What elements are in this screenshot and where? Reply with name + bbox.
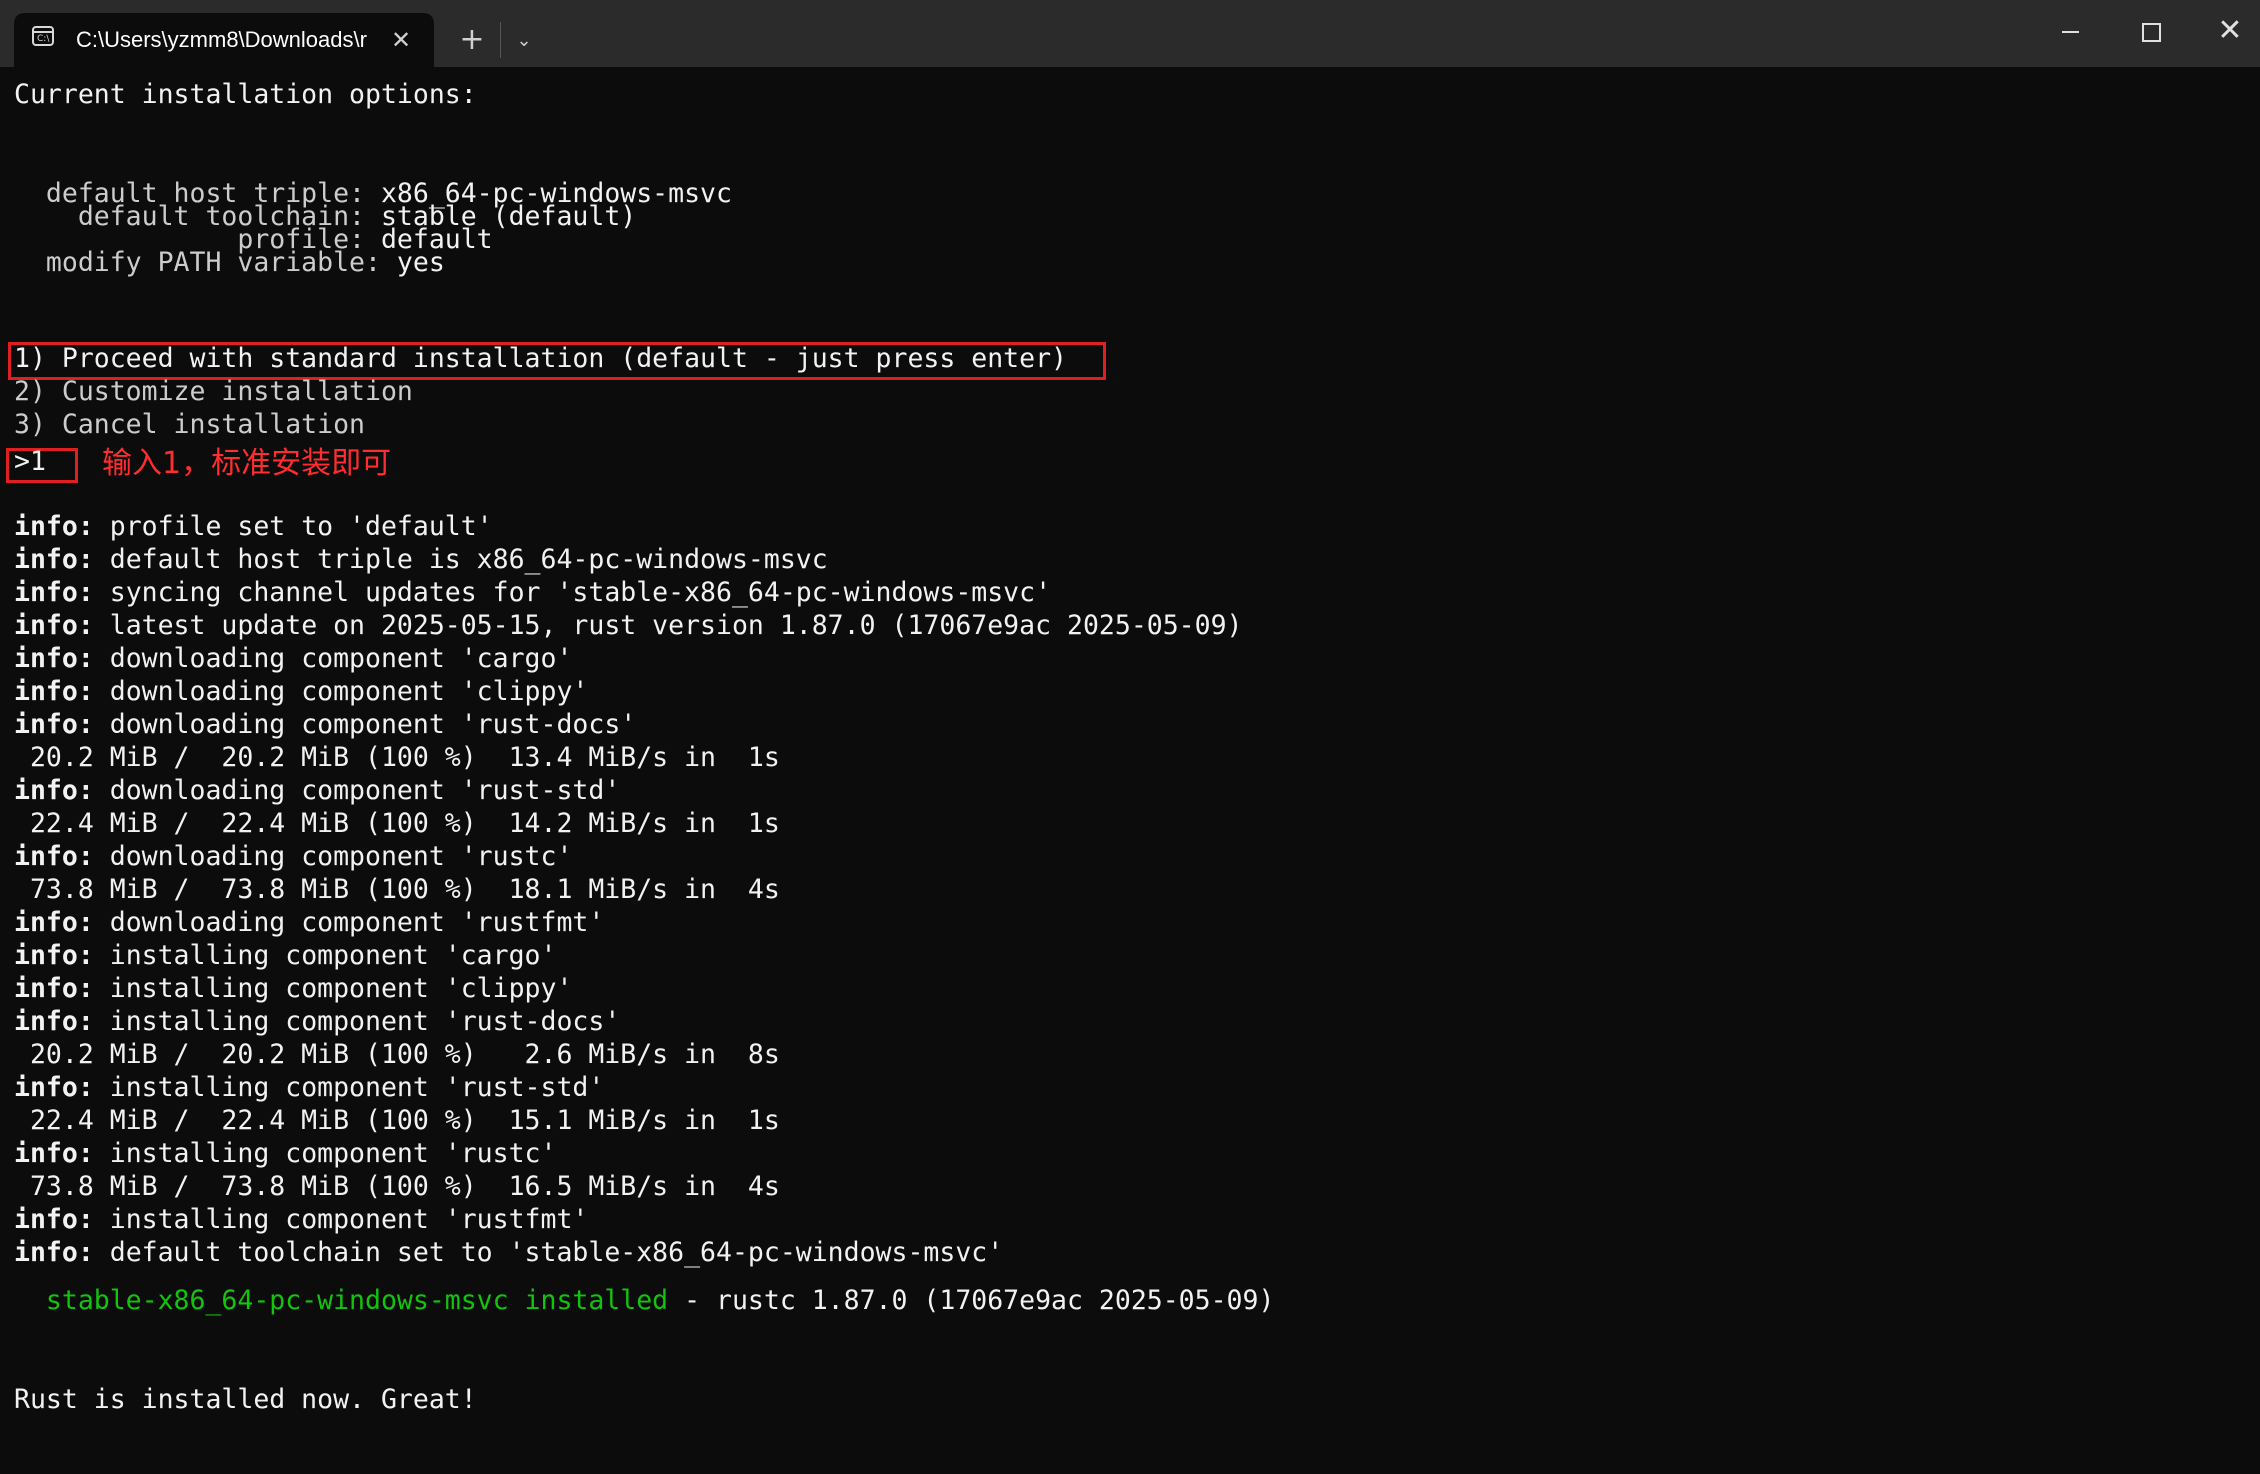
log-text: downloading component 'rustfmt' [93,907,605,938]
console-output[interactable]: Current installation options: default ho… [6,78,2244,1468]
log-line: info: downloading component 'cargo' [14,642,572,675]
title-bar: C:\ C:\Users\yzmm8\Downloads\r ✕ + ⌄ ✕ [0,0,2260,67]
log-line: info: syncing channel updates for 'stabl… [14,576,1051,609]
log-text: default host triple is x86_64-pc-windows… [93,544,828,575]
log-prefix: info: [14,841,94,872]
log-text: installing component 'rustfmt' [93,1204,589,1235]
log-line: info: installing component 'rustc' [14,1137,556,1170]
maximize-button[interactable] [2110,0,2190,62]
option-line: modify PATH variable: yes [14,247,445,278]
log-text: installing component 'rustc' [93,1138,557,1169]
log-text: downloading component 'rustc' [93,841,573,872]
log-text: installing component 'cargo' [93,940,557,971]
log-line: 20.2 MiB / 20.2 MiB (100 %) 2.6 MiB/s in… [14,1038,780,1071]
log-text: installing component 'rust-docs' [93,1006,621,1037]
log-prefix: info: [14,973,94,1004]
minimize-button[interactable] [2030,0,2110,62]
log-text: downloading component 'cargo' [93,643,573,674]
log-line: info: default toolchain set to 'stable-x… [14,1236,1003,1269]
log-prefix: info: [14,676,94,707]
log-prefix: info: [14,643,94,674]
log-prefix: info: [14,907,94,938]
tab-title: C:\Users\yzmm8\Downloads\r [76,27,367,52]
log-line: 20.2 MiB / 20.2 MiB (100 %) 13.4 MiB/s i… [14,741,780,774]
final-message: Rust is installed now. Great! [14,1384,477,1415]
log-text: 20.2 MiB / 20.2 MiB (100 %) 2.6 MiB/s in… [14,1039,780,1070]
log-text: installing component 'rust-std' [93,1072,605,1103]
log-text: 73.8 MiB / 73.8 MiB (100 %) 18.1 MiB/s i… [14,874,780,905]
new-tab-icon[interactable]: + [452,22,492,58]
log-line: info: downloading component 'rust-docs' [14,708,636,741]
terminal-icon: C:\ [32,26,54,46]
log-prefix: info: [14,544,94,575]
log-prefix: info: [14,1072,94,1103]
log-text: downloading component 'rust-docs' [93,709,637,740]
close-tab-icon[interactable]: ✕ [384,23,418,57]
log-line: info: installing component 'rust-std' [14,1071,604,1104]
log-line: info: latest update on 2025-05-15, rust … [14,609,1243,642]
log-prefix: info: [14,511,94,542]
log-line: info: installing component 'rust-docs' [14,1005,620,1038]
log-line: info: downloading component 'rustc' [14,840,572,873]
log-text: latest update on 2025-05-15, rust versio… [93,610,1243,641]
log-prefix: info: [14,709,94,740]
log-text: downloading component 'rust-std' [93,775,621,806]
log-line: info: installing component 'clippy' [14,972,572,1005]
user-input: >1 [14,446,46,477]
log-text: syncing channel updates for 'stable-x86_… [93,577,1052,608]
close-window-button[interactable]: ✕ [2190,0,2260,62]
log-prefix: info: [14,1006,94,1037]
log-text: default toolchain set to 'stable-x86_64-… [93,1237,1004,1268]
log-prefix: info: [14,940,94,971]
tab-divider [500,22,501,58]
menu-item-1: 1) Proceed with standard installation (d… [14,343,1067,374]
log-prefix: info: [14,1138,94,1169]
annotation-text: 输入1，标准安装即可 [102,446,392,481]
log-prefix: info: [14,610,94,641]
log-text: profile set to 'default' [93,511,493,542]
log-text: 22.4 MiB / 22.4 MiB (100 %) 14.2 MiB/s i… [14,808,780,839]
installed-line: stable-x86_64-pc-windows-msvc installed … [14,1285,1275,1316]
log-line: info: installing component 'rustfmt' [14,1203,588,1236]
log-line: info: installing component 'cargo' [14,939,556,972]
chevron-down-icon[interactable]: ⌄ [506,22,542,58]
log-prefix: info: [14,1204,94,1235]
log-text: 73.8 MiB / 73.8 MiB (100 %) 16.5 MiB/s i… [14,1171,780,1202]
log-line: info: downloading component 'rust-std' [14,774,620,807]
log-line: 22.4 MiB / 22.4 MiB (100 %) 14.2 MiB/s i… [14,807,780,840]
menu-item-2: 2) Customize installation [14,376,413,407]
terminal-tab[interactable]: C:\ C:\Users\yzmm8\Downloads\r ✕ [14,13,434,67]
log-line: 73.8 MiB / 73.8 MiB (100 %) 18.1 MiB/s i… [14,873,780,906]
log-line: info: downloading component 'clippy' [14,675,588,708]
menu-item-3: 3) Cancel installation [14,409,365,440]
log-line: info: downloading component 'rustfmt' [14,906,604,939]
log-text: downloading component 'clippy' [93,676,589,707]
log-prefix: info: [14,1237,94,1268]
close-icon: ✕ [2217,13,2243,48]
log-line: 73.8 MiB / 73.8 MiB (100 %) 16.5 MiB/s i… [14,1170,780,1203]
log-line: info: default host triple is x86_64-pc-w… [14,543,828,576]
console-header: Current installation options: [14,79,477,110]
log-line: info: profile set to 'default' [14,510,493,543]
log-text: 22.4 MiB / 22.4 MiB (100 %) 15.1 MiB/s i… [14,1105,780,1136]
log-prefix: info: [14,577,94,608]
log-prefix: info: [14,775,94,806]
log-text: installing component 'clippy' [93,973,573,1004]
log-text: 20.2 MiB / 20.2 MiB (100 %) 13.4 MiB/s i… [14,742,780,773]
log-line: 22.4 MiB / 22.4 MiB (100 %) 15.1 MiB/s i… [14,1104,780,1137]
